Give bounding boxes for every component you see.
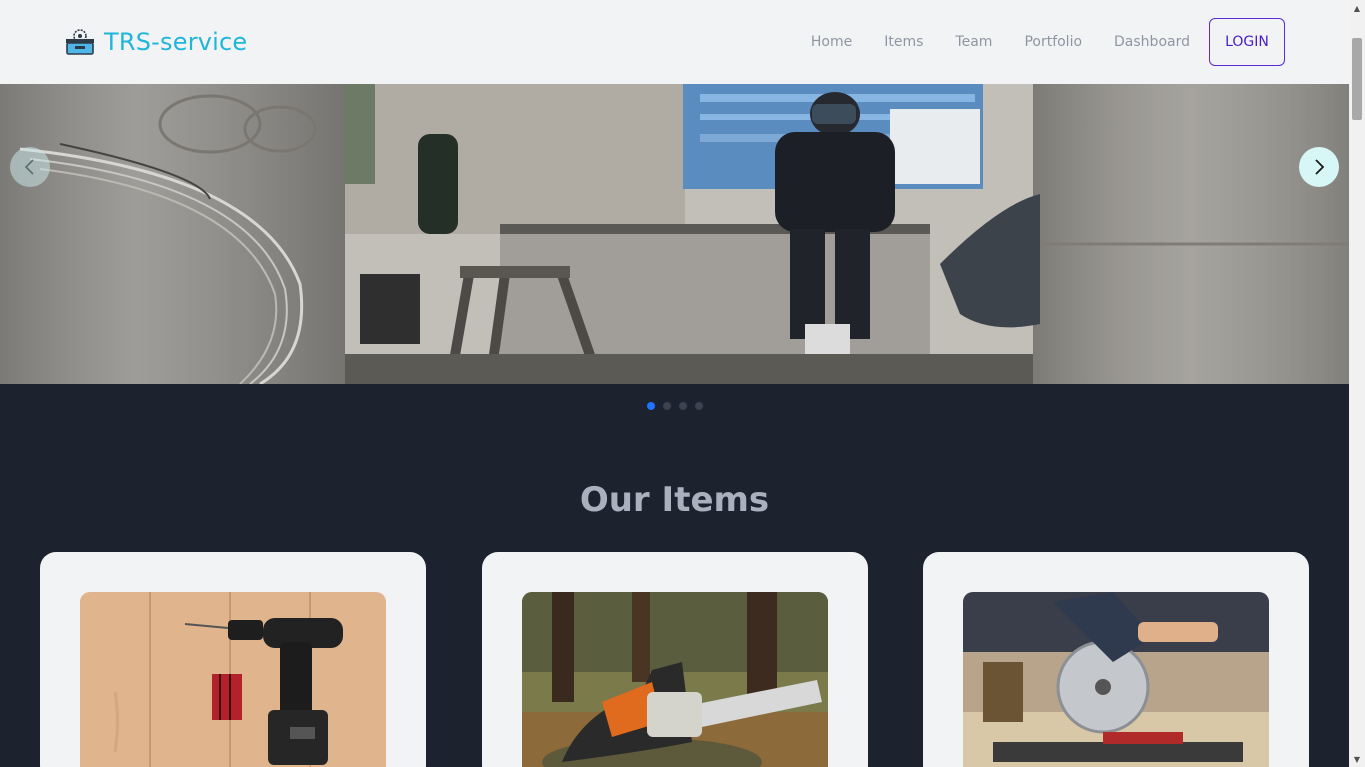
chevron-left-icon xyxy=(24,159,34,175)
item-card-drill[interactable] xyxy=(40,552,426,767)
nav-link-portfolio[interactable]: Portfolio xyxy=(1024,34,1082,50)
section-title: Our Items xyxy=(579,480,770,520)
brand-name: TRS-service xyxy=(104,28,248,56)
item-image-chainsaw xyxy=(522,592,828,767)
carousel-dot-2[interactable] xyxy=(663,402,671,410)
nav-links: Home Items Team Portfolio Dashboard LOGI… xyxy=(811,18,1285,66)
item-image-drill xyxy=(80,592,386,767)
chevron-right-icon xyxy=(1315,159,1325,175)
page-scrollbar[interactable]: ▲ ▼ xyxy=(1349,0,1365,767)
item-image-miter-saw xyxy=(963,592,1269,767)
carousel-indicators xyxy=(647,402,703,410)
cordless-drill-photo xyxy=(80,592,386,767)
miter-saw-photo xyxy=(963,592,1269,767)
nav-link-dashboard[interactable]: Dashboard xyxy=(1114,34,1190,50)
scroll-down-icon[interactable]: ▼ xyxy=(1349,751,1365,767)
item-card-chainsaw[interactable] xyxy=(482,552,868,767)
navbar: TRS-service Home Items Team Portfolio Da… xyxy=(0,0,1349,84)
nav-link-team[interactable]: Team xyxy=(955,34,992,50)
carousel-dot-1[interactable] xyxy=(647,402,655,410)
chainsaw-photo xyxy=(522,592,828,767)
carousel-next-button[interactable] xyxy=(1299,147,1339,187)
item-card-miter-saw[interactable] xyxy=(923,552,1309,767)
scroll-thumb[interactable] xyxy=(1352,38,1362,120)
login-button[interactable]: LOGIN xyxy=(1209,18,1285,66)
carousel-prev-button[interactable] xyxy=(10,147,50,187)
carousel-dot-3[interactable] xyxy=(679,402,687,410)
welder-workshop-photo xyxy=(0,84,1349,384)
carousel-dot-4[interactable] xyxy=(695,402,703,410)
toolbox-saw-icon xyxy=(66,29,94,55)
nav-link-items[interactable]: Items xyxy=(884,34,923,50)
scroll-up-icon[interactable]: ▲ xyxy=(1349,0,1365,16)
brand[interactable]: TRS-service xyxy=(64,27,247,57)
nav-link-home[interactable]: Home xyxy=(811,34,852,50)
hero-carousel xyxy=(0,84,1349,384)
